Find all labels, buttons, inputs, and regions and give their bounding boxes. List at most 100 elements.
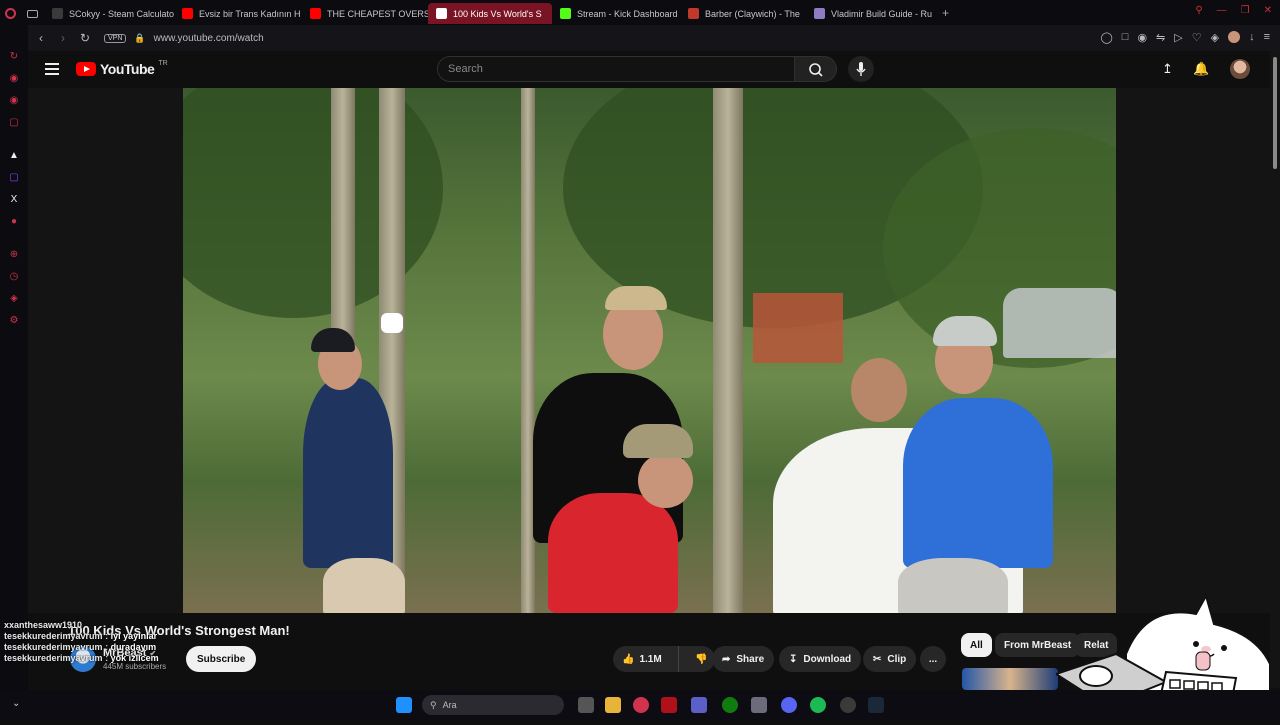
twitch-icon[interactable]: ▢ [8, 172, 20, 184]
chat-text: iyi yayınlar [110, 631, 158, 641]
x-icon[interactable]: X [8, 194, 20, 206]
browser-tab-bar: SCokyy - Steam Calculato Evsiz bir Trans … [0, 0, 1280, 25]
more-actions-button[interactable]: ... [920, 646, 946, 672]
play-icon[interactable]: ▷ [1174, 31, 1182, 44]
search-box [437, 56, 795, 82]
heart-icon[interactable]: ♡ [1192, 31, 1202, 44]
browser-tab[interactable]: Vladimir Build Guide - Ru [806, 3, 934, 24]
notifications-bell-icon[interactable]: 🔔 [1193, 61, 1209, 77]
scrollbar-thumb[interactable] [1273, 57, 1277, 169]
url-text[interactable]: www.youtube.com/watch [154, 33, 264, 44]
notes-icon[interactable]: ▢ [8, 117, 20, 129]
profile-icon[interactable] [1228, 31, 1241, 43]
search-icon[interactable]: ⚲ [1195, 5, 1202, 16]
app-icon[interactable] [751, 697, 767, 713]
menu-icon[interactable]: ≡ [1264, 31, 1270, 44]
upload-icon[interactable]: ↥ [1162, 61, 1173, 77]
chat-separator: : [102, 631, 111, 641]
more-icon: ... [928, 653, 938, 665]
voice-search-button[interactable] [848, 56, 874, 82]
windows-taskbar: ⌄ ⚲ Ara [0, 690, 1280, 720]
back-icon[interactable]: ‹ [32, 31, 50, 45]
file-explorer-icon[interactable] [605, 697, 621, 713]
chevron-down-icon[interactable]: ⌄ [12, 698, 20, 709]
video-frame[interactable] [183, 88, 1116, 613]
windows-start-icon[interactable] [396, 697, 412, 713]
spotify-icon[interactable] [810, 697, 826, 713]
add-icon[interactable]: ⊕ [8, 249, 20, 261]
restore-icon[interactable]: ❐ [1241, 5, 1250, 16]
address-bar-actions: ◯ □ ◉ ⇋ ▷ ♡ ◈ ↓ ≡ [1100, 31, 1270, 44]
clip-button[interactable]: ✂ Clip [863, 646, 917, 672]
youtube-music-icon[interactable]: ● [8, 216, 20, 228]
minimize-icon[interactable]: — [1217, 5, 1227, 16]
discord-icon[interactable] [781, 697, 797, 713]
task-view-icon[interactable] [578, 697, 594, 713]
browser-tab[interactable]: Barber (Claywich) - The [680, 3, 806, 24]
settings-icon[interactable]: ⚙ [8, 315, 20, 327]
opera-sidebar: ↻ ◉ ◉ ▢ ▲ ▢ X ● ⊕ ◷ ◈ ⚙ [0, 25, 28, 690]
opera-menu-button[interactable] [0, 3, 22, 24]
browser-tab[interactable]: SCokyy - Steam Calculato [44, 3, 174, 24]
refresh-icon[interactable]: ↻ [8, 51, 20, 63]
hamburger-menu-icon[interactable] [45, 63, 59, 75]
tab-favicon-icon [688, 8, 699, 19]
account-avatar[interactable] [1230, 59, 1250, 79]
browser-tab[interactable]: Evsiz bir Trans Kadının H [174, 3, 302, 24]
chat-message: tesekkurederimyavrum : yok izlicem [4, 653, 159, 664]
close-icon[interactable]: ✕ [1264, 5, 1272, 16]
scissors-icon: ✂ [873, 653, 882, 665]
download-icon[interactable]: ↓ [1249, 31, 1255, 44]
opera-logo-icon [5, 8, 16, 19]
xbox-icon[interactable] [722, 697, 738, 713]
reload-icon[interactable]: ↻ [76, 31, 94, 45]
window-controls: ⚲ — ❐ ✕ [1195, 5, 1272, 16]
download-button[interactable]: ↧ Download [779, 646, 862, 672]
thumbs-down-icon: 👎 [695, 653, 708, 665]
subscribe-button[interactable]: Subscribe [186, 646, 257, 672]
youtube-wordmark: YouTube [100, 61, 155, 77]
like-button[interactable]: 👍 1.1M [613, 646, 679, 672]
bag-icon[interactable]: ◉ [8, 73, 20, 85]
search-input[interactable] [438, 57, 794, 81]
steam-icon[interactable] [868, 697, 884, 713]
dislike-button[interactable]: 👎 [685, 654, 707, 665]
tab-favicon-icon [436, 8, 447, 19]
forward-icon[interactable]: › [54, 31, 72, 45]
obs-icon[interactable] [840, 697, 856, 713]
filter-chip[interactable]: All [961, 633, 992, 657]
youtube-logo[interactable]: YouTube TR [76, 60, 168, 77]
search-button[interactable] [795, 56, 837, 82]
history-icon[interactable]: ◷ [8, 271, 20, 283]
snapshot-icon[interactable]: □ [1122, 31, 1129, 44]
taskbar-search[interactable]: ⚲ Ara [422, 695, 564, 715]
vpn-badge[interactable]: VPN [104, 33, 127, 43]
tab-title: THE CHEAPEST OVERSE [327, 8, 428, 19]
browser-tab[interactable]: THE CHEAPEST OVERSE [302, 3, 428, 24]
messenger-icon[interactable]: ◉ [8, 95, 20, 107]
video-player[interactable] [28, 88, 1270, 613]
page-scrollbar[interactable] [1270, 51, 1280, 688]
youtube-header: YouTube TR ↥ 🔔 [28, 51, 1270, 88]
adblock-icon[interactable]: ◉ [1137, 31, 1147, 44]
browser-tab[interactable]: 100 Kids Vs World's S [428, 3, 552, 24]
netflix-icon[interactable] [661, 697, 677, 713]
tabs-icon [27, 9, 38, 18]
share-button[interactable]: ➦ Share [712, 646, 775, 672]
chat-username: tesekkurederimyavrum [4, 631, 103, 641]
recommended-thumbnail[interactable] [962, 668, 1058, 690]
tab-favicon-icon [52, 8, 63, 19]
tab-overview-button[interactable] [22, 3, 44, 24]
bookmark-icon[interactable]: ◯ [1100, 31, 1112, 44]
puzzle-icon[interactable]: ◈ [1211, 31, 1219, 44]
tab-favicon-icon [182, 8, 193, 19]
aria-icon[interactable]: ▲ [8, 150, 20, 162]
chat-text: yok izlicem [110, 653, 159, 663]
translate-icon[interactable]: ⇋ [1156, 31, 1165, 44]
browser-tab[interactable]: Stream - Kick Dashboard [552, 3, 680, 24]
extensions-icon[interactable]: ◈ [8, 293, 20, 305]
opera-taskbar-icon[interactable] [633, 697, 649, 713]
chat-username: tesekkurederimyavrum [4, 653, 103, 663]
new-tab-button[interactable]: + [934, 6, 957, 20]
instagram-icon[interactable] [691, 697, 707, 713]
